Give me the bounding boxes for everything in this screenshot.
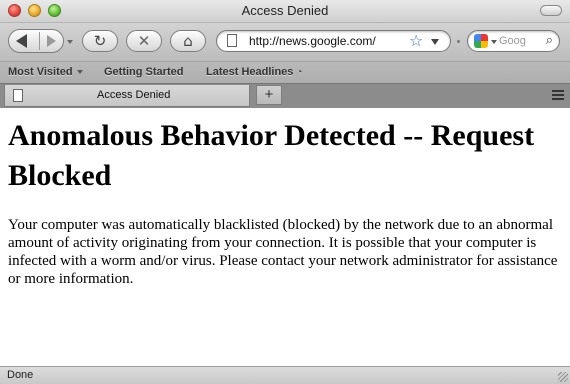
bookmark-latest-headlines[interactable]: Latest Headlines ◔ xyxy=(206,66,302,78)
url-field[interactable]: http://news.google.com/ xyxy=(249,34,376,48)
plus-icon: + xyxy=(264,86,274,103)
rss-icon: ◔ xyxy=(296,67,303,78)
google-icon[interactable] xyxy=(474,34,488,48)
page-content: Anomalous Behavior Detected -- Request B… xyxy=(0,108,570,366)
page-icon xyxy=(227,34,237,47)
new-tab-button[interactable]: + xyxy=(256,85,282,105)
search-bar[interactable]: Goog ⌕ xyxy=(467,30,560,52)
bookmark-label: Getting Started xyxy=(104,66,184,78)
list-tabs-icon[interactable] xyxy=(552,90,564,100)
status-bar: Done xyxy=(0,366,570,384)
tab-access-denied[interactable]: Access Denied xyxy=(4,85,250,107)
divider xyxy=(39,32,40,50)
chevron-down-icon xyxy=(76,70,83,75)
resize-grip-icon[interactable] xyxy=(558,372,568,382)
search-input[interactable]: Goog xyxy=(499,35,526,47)
forward-arrow-icon[interactable] xyxy=(47,35,56,47)
window-title: Access Denied xyxy=(241,3,329,18)
back-forward-group xyxy=(8,29,64,53)
back-arrow-icon[interactable] xyxy=(16,34,27,48)
tab-label: Access Denied xyxy=(97,89,171,101)
star-icon[interactable]: ☆ xyxy=(409,31,423,50)
bookmarks-toolbar: Most Visited Getting Started Latest Head… xyxy=(0,61,570,83)
navigation-toolbar: ↻ ✕ ⌂ http://news.google.com/ ☆ Goog ⌕ xyxy=(0,23,570,61)
bookmark-label: Most Visited xyxy=(8,66,73,78)
home-button[interactable]: ⌂ xyxy=(170,30,206,52)
history-dropdown-icon[interactable] xyxy=(67,40,73,44)
home-icon: ⌂ xyxy=(183,32,193,50)
stop-button[interactable]: ✕ xyxy=(126,30,162,52)
toolbar-toggle-button[interactable] xyxy=(540,5,562,16)
page-icon xyxy=(13,89,23,102)
toolbar-resizer[interactable] xyxy=(457,40,460,43)
bookmark-label: Latest Headlines xyxy=(206,66,294,78)
stop-icon: ✕ xyxy=(137,32,151,50)
title-bar: Access Denied xyxy=(0,0,570,23)
bookmark-most-visited[interactable]: Most Visited xyxy=(8,66,83,78)
reload-icon: ↻ xyxy=(93,32,107,50)
magnifier-icon[interactable]: ⌕ xyxy=(546,33,553,48)
url-dropdown-icon[interactable] xyxy=(431,39,439,45)
search-engine-dropdown-icon[interactable] xyxy=(491,40,497,44)
reload-button[interactable]: ↻ xyxy=(82,30,118,52)
bookmark-getting-started[interactable]: Getting Started xyxy=(104,66,183,78)
status-text: Done xyxy=(7,369,34,381)
tab-strip: Access Denied + xyxy=(0,83,570,109)
page-heading: Anomalous Behavior Detected -- Request B… xyxy=(8,119,535,192)
url-bar[interactable]: http://news.google.com/ ☆ xyxy=(216,30,451,52)
page-body-text: Your computer was automatically blacklis… xyxy=(8,217,558,287)
